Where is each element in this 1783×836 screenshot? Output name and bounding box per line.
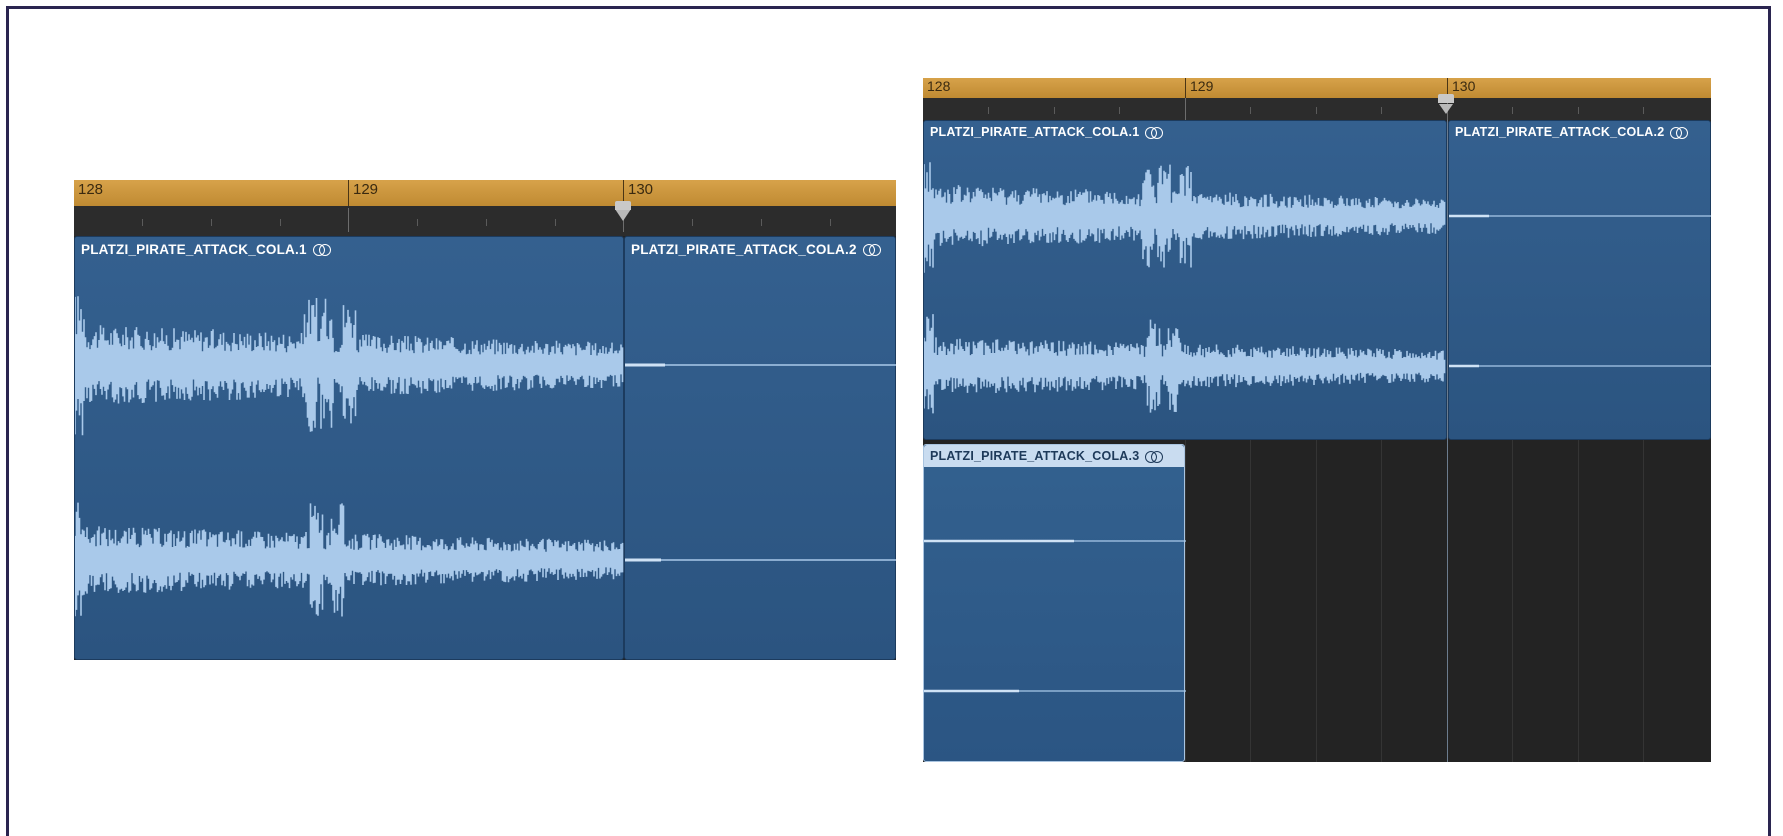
audio-region-cola-3[interactable]: PLATZI_PIRATE_ATTACK_COLA.3	[923, 444, 1186, 762]
playhead-icon[interactable]	[1438, 94, 1454, 114]
beat-ticks	[923, 98, 1711, 120]
waveform	[75, 296, 624, 617]
audio-region-cola-1[interactable]: PLATZI_PIRATE_ATTACK_COLA.1	[923, 120, 1447, 440]
bar-129-label: 129	[1185, 78, 1213, 98]
audio-region-cola-2[interactable]: PLATZI_PIRATE_ATTACK_COLA.2	[624, 236, 896, 660]
bar-ruler[interactable]: 128 129 130	[74, 180, 896, 206]
bar-ruler[interactable]: 128 129 130	[923, 78, 1711, 98]
timeline-left: 128 129 130 PLATZI_PIRATE_ATTACK_COLA.1 …	[74, 180, 896, 660]
bar-129-label: 129	[348, 180, 378, 206]
timeline-right: 128 129 130 PLATZI_PIRATE_ATTACK_COLA.1 …	[923, 78, 1711, 762]
bar-128-label: 128	[923, 78, 950, 98]
playhead-icon[interactable]	[615, 201, 631, 221]
waveform	[1449, 214, 1711, 368]
waveform	[625, 363, 896, 562]
beat-ticks	[74, 206, 896, 236]
waveform	[924, 539, 1186, 693]
waveform	[924, 162, 1446, 414]
bar-128-label: 128	[74, 180, 103, 206]
audio-region-cola-1[interactable]: PLATZI_PIRATE_ATTACK_COLA.1	[74, 236, 624, 660]
audio-region-cola-2[interactable]: PLATZI_PIRATE_ATTACK_COLA.2	[1448, 120, 1711, 440]
